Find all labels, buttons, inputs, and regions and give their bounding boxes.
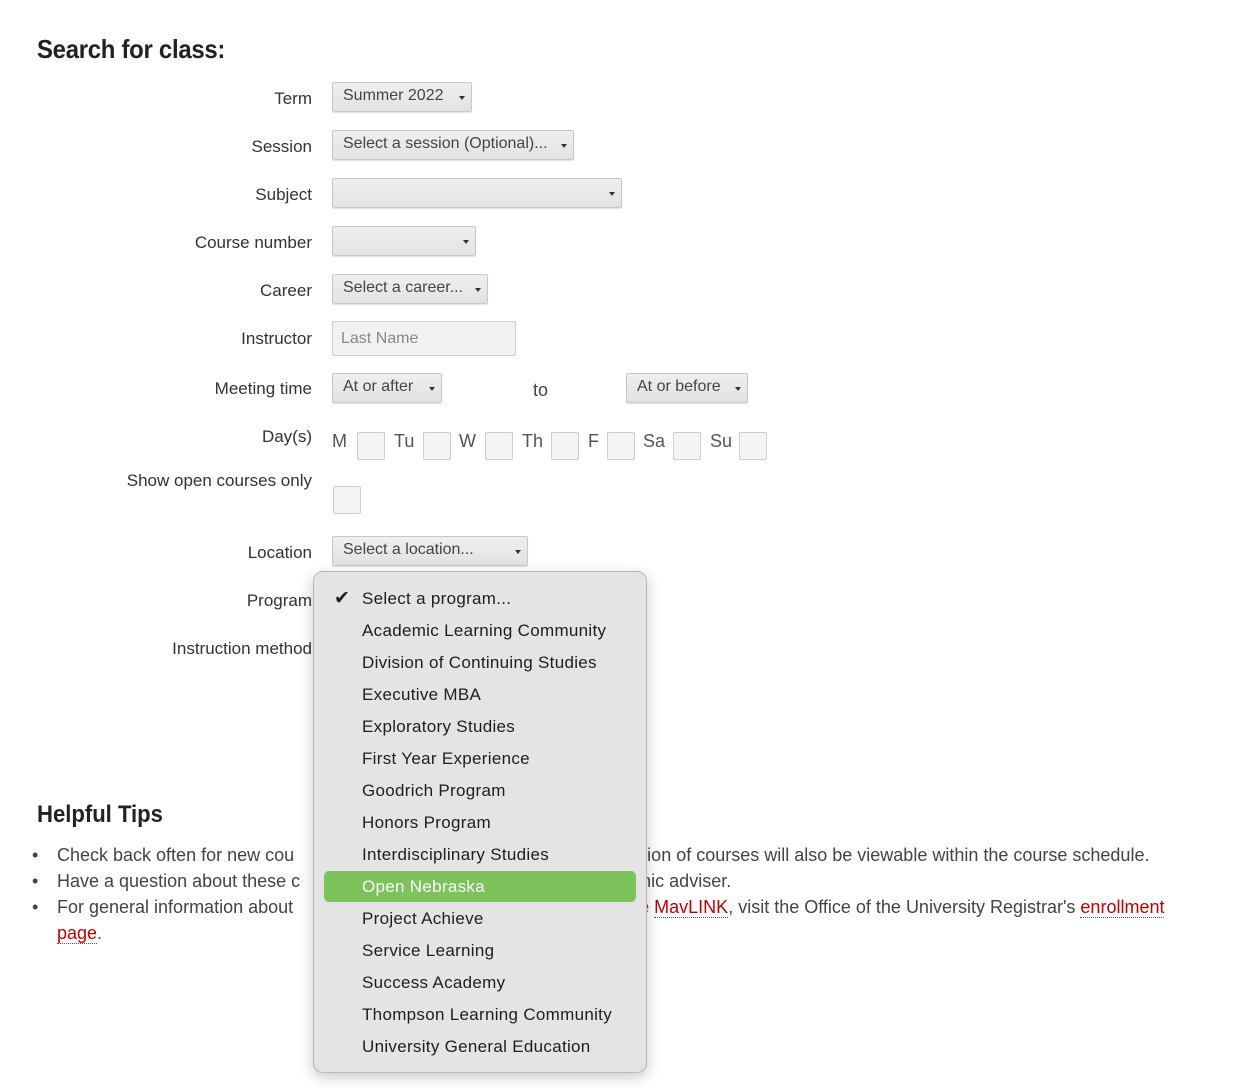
meeting-time-to-value: At or before bbox=[637, 378, 721, 395]
checkmark-icon: ✔ bbox=[334, 588, 351, 609]
day-label-th: Th bbox=[522, 431, 544, 451]
program-option-label: Project Achieve bbox=[362, 909, 484, 928]
day-checkbox-f[interactable] bbox=[607, 432, 635, 460]
day-checkbox-tu[interactable] bbox=[423, 432, 451, 460]
tip-text: . bbox=[97, 923, 103, 943]
program-option-label: Thompson Learning Community bbox=[362, 1005, 612, 1024]
day-label-su: Su bbox=[710, 431, 733, 451]
mavlink-link[interactable]: MavLINK bbox=[654, 897, 729, 918]
program-option[interactable]: Service Learning bbox=[324, 935, 636, 966]
term-value: Summer 2022 bbox=[343, 87, 444, 104]
course-number-label: Course number bbox=[194, 233, 312, 252]
program-option[interactable]: Honors Program bbox=[324, 807, 636, 838]
program-label: Program bbox=[246, 591, 312, 610]
session-select[interactable]: Select a session (Optional)... bbox=[332, 130, 574, 160]
open-only-checkbox[interactable] bbox=[333, 486, 361, 514]
day-label-tu: Tu bbox=[394, 431, 415, 451]
day-checkbox-th[interactable] bbox=[551, 432, 579, 460]
program-option-label: Interdisciplinary Studies bbox=[362, 845, 550, 864]
instructor-input[interactable] bbox=[332, 321, 516, 356]
caret-down-icon bbox=[561, 144, 567, 148]
tips-title: Helpful Tips bbox=[37, 801, 163, 828]
program-option[interactable]: Division of Continuing Studies bbox=[324, 647, 636, 678]
location-value: Select a location... bbox=[343, 541, 474, 558]
course-number-select[interactable] bbox=[332, 226, 476, 256]
caret-down-icon bbox=[609, 192, 615, 196]
caret-down-icon bbox=[735, 387, 741, 391]
caret-down-icon bbox=[459, 96, 465, 100]
day-label-f: F bbox=[588, 431, 599, 451]
program-option[interactable]: University General Education bbox=[324, 1031, 636, 1062]
career-select[interactable]: Select a career... bbox=[332, 274, 488, 304]
program-option[interactable]: Executive MBA bbox=[324, 679, 636, 710]
program-option-label: University General Education bbox=[362, 1037, 591, 1056]
meeting-time-to-label: to bbox=[533, 380, 549, 400]
program-option[interactable]: Thompson Learning Community bbox=[324, 999, 636, 1030]
program-dropdown-menu[interactable]: ✔ Select a program... Academic Learning Co… bbox=[313, 571, 647, 1073]
program-option-label: Executive MBA bbox=[362, 685, 482, 704]
location-label: Location bbox=[247, 543, 312, 562]
program-option[interactable]: First Year Experience bbox=[324, 743, 636, 774]
instruction-method-label: Instruction method bbox=[172, 639, 312, 658]
tip-text: , visit the Office of the University Reg… bbox=[728, 897, 1081, 917]
open-only-label: Show open courses only bbox=[126, 471, 312, 490]
subject-select[interactable] bbox=[332, 178, 622, 208]
career-label: Career bbox=[260, 281, 312, 300]
caret-down-icon bbox=[515, 550, 521, 554]
session-value: Select a session (Optional)... bbox=[343, 135, 548, 152]
program-option-label: Goodrich Program bbox=[362, 781, 506, 800]
program-option[interactable]: Exploratory Studies bbox=[324, 711, 636, 742]
program-option[interactable]: Success Academy bbox=[324, 967, 636, 998]
instructor-label: Instructor bbox=[241, 329, 312, 348]
program-option-label: Service Learning bbox=[362, 941, 495, 960]
program-option-label: Open Nebraska bbox=[362, 877, 485, 896]
day-checkbox-m[interactable] bbox=[357, 432, 385, 460]
location-select[interactable]: Select a location... bbox=[332, 536, 528, 566]
program-option[interactable]: Project Achieve bbox=[324, 903, 636, 934]
program-option-label: Honors Program bbox=[362, 813, 491, 832]
career-value: Select a career... bbox=[343, 279, 464, 296]
program-option[interactable]: Academic Learning Community bbox=[324, 615, 636, 646]
caret-down-icon bbox=[429, 387, 435, 391]
tip-text: Check back often for new cou bbox=[57, 845, 295, 865]
program-option-label: Success Academy bbox=[362, 973, 506, 992]
program-option-label: First Year Experience bbox=[362, 749, 530, 768]
program-option[interactable]: Goodrich Program bbox=[324, 775, 636, 806]
program-option[interactable]: Interdisciplinary Studies bbox=[324, 839, 636, 870]
meeting-time-label: Meeting time bbox=[214, 379, 312, 398]
meeting-time-to-select[interactable]: At or before bbox=[626, 373, 748, 403]
day-label-sa: Sa bbox=[643, 431, 666, 451]
day-checkbox-sa[interactable] bbox=[673, 432, 701, 460]
page-title: Search for class: bbox=[37, 34, 226, 64]
day-checkbox-w[interactable] bbox=[485, 432, 513, 460]
tip-text: For general information about bbox=[57, 897, 294, 917]
session-label: Session bbox=[251, 137, 312, 156]
meeting-time-from-select[interactable]: At or after bbox=[332, 373, 442, 403]
term-select[interactable]: Summer 2022 bbox=[332, 82, 472, 112]
day-label-m: M bbox=[332, 431, 347, 451]
days-label: Day(s) bbox=[261, 427, 312, 446]
caret-down-icon bbox=[463, 240, 469, 244]
caret-down-icon bbox=[475, 288, 481, 292]
program-option-label: Division of Continuing Studies bbox=[362, 653, 597, 672]
program-option-label: Exploratory Studies bbox=[362, 717, 516, 736]
day-checkbox-su[interactable] bbox=[739, 432, 767, 460]
term-label: Term bbox=[274, 89, 312, 108]
subject-label: Subject bbox=[255, 185, 312, 204]
program-option-label: Select a program... bbox=[362, 589, 512, 608]
tip-text: nd location of courses will also be view… bbox=[584, 845, 1150, 865]
day-label-w: W bbox=[459, 431, 476, 451]
program-option[interactable]: Open Nebraska bbox=[324, 871, 636, 902]
tip-text: Have a question about these c bbox=[57, 871, 301, 891]
program-option[interactable]: ✔ Select a program... bbox=[324, 583, 636, 614]
meeting-time-from-value: At or after bbox=[343, 378, 414, 395]
program-option-label: Academic Learning Community bbox=[362, 621, 607, 640]
